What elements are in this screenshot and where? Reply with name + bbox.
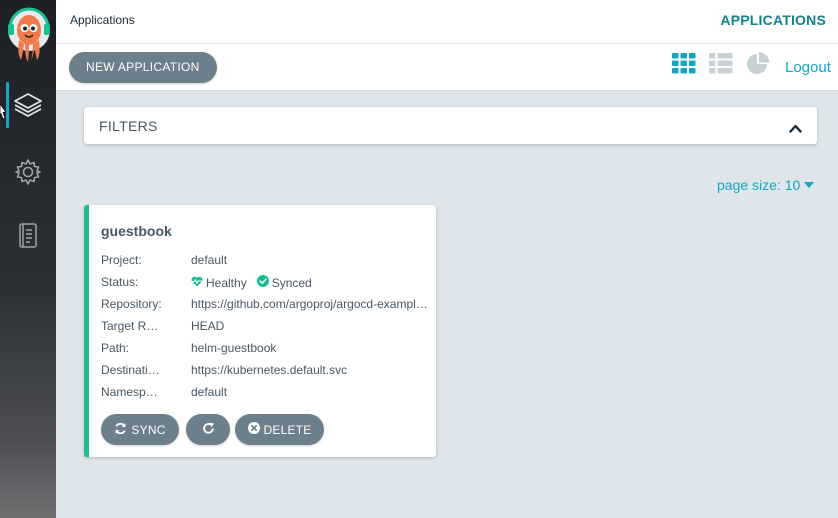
filters-label: FILTERS (99, 118, 158, 134)
toolbar: NEW APPLICATION Logout (56, 44, 838, 91)
field-value: helm-guestbook (191, 341, 277, 355)
pie-chart-view-icon[interactable] (746, 52, 770, 81)
heart-pulse-icon (191, 276, 203, 290)
sync-status: Synced (271, 275, 312, 290)
refresh-button[interactable] (186, 414, 230, 445)
field-value: default (191, 385, 228, 399)
argo-logo[interactable] (7, 6, 51, 64)
grid-view-icon[interactable] (672, 53, 696, 79)
check-circle-icon (256, 275, 269, 290)
health-status: Healthy (206, 275, 247, 290)
delete-button[interactable]: DELETE (235, 414, 324, 445)
field-label: Path: (101, 341, 130, 355)
field-value: default (191, 253, 228, 267)
application-name: guestbook (101, 223, 172, 239)
mouse-cursor-icon (0, 103, 7, 122)
new-application-button[interactable]: NEW APPLICATION (69, 52, 217, 83)
field-label: Project: (101, 253, 142, 267)
filters-panel[interactable]: FILTERS (84, 107, 817, 144)
field-label: Repository: (101, 297, 162, 311)
application-card[interactable]: guestbook Project: default Status: Healt… (84, 205, 436, 457)
times-circle-icon (247, 422, 260, 437)
sync-button[interactable]: SYNC (101, 414, 179, 445)
top-bar: Applications APPLICATIONS (56, 0, 838, 44)
sidebar (0, 0, 56, 518)
page-title: APPLICATIONS (720, 12, 826, 28)
sync-icon (114, 422, 127, 438)
field-label: Target Revision: (101, 319, 161, 333)
page-size-selector[interactable]: page size: 10 (717, 177, 815, 193)
field-value: https://kubernetes.default.svc (191, 363, 348, 377)
chevron-up-icon[interactable] (789, 120, 802, 138)
breadcrumb: Applications (70, 13, 135, 27)
delete-label: DELETE (263, 422, 312, 437)
field-label: Destination: (101, 363, 163, 377)
page-size-label: page size: 10 (717, 177, 801, 193)
field-label: Status: (101, 275, 139, 289)
user-info-icon (17, 222, 39, 250)
gear-icon (14, 158, 42, 186)
caret-down-icon (804, 182, 815, 188)
sidebar-item-applications[interactable] (0, 82, 56, 128)
refresh-icon (202, 422, 215, 438)
field-value: HEAD (191, 319, 225, 333)
field-label: Namespace: (101, 385, 161, 399)
sidebar-item-settings[interactable] (0, 149, 56, 195)
list-view-icon[interactable] (709, 53, 733, 79)
field-value: https://github.com/argoproj/argocd-examp… (191, 297, 434, 311)
sync-label: SYNC (131, 422, 166, 437)
logout-link[interactable]: Logout (785, 59, 831, 76)
layers-icon (13, 91, 43, 119)
sidebar-item-user-info[interactable] (0, 213, 56, 259)
